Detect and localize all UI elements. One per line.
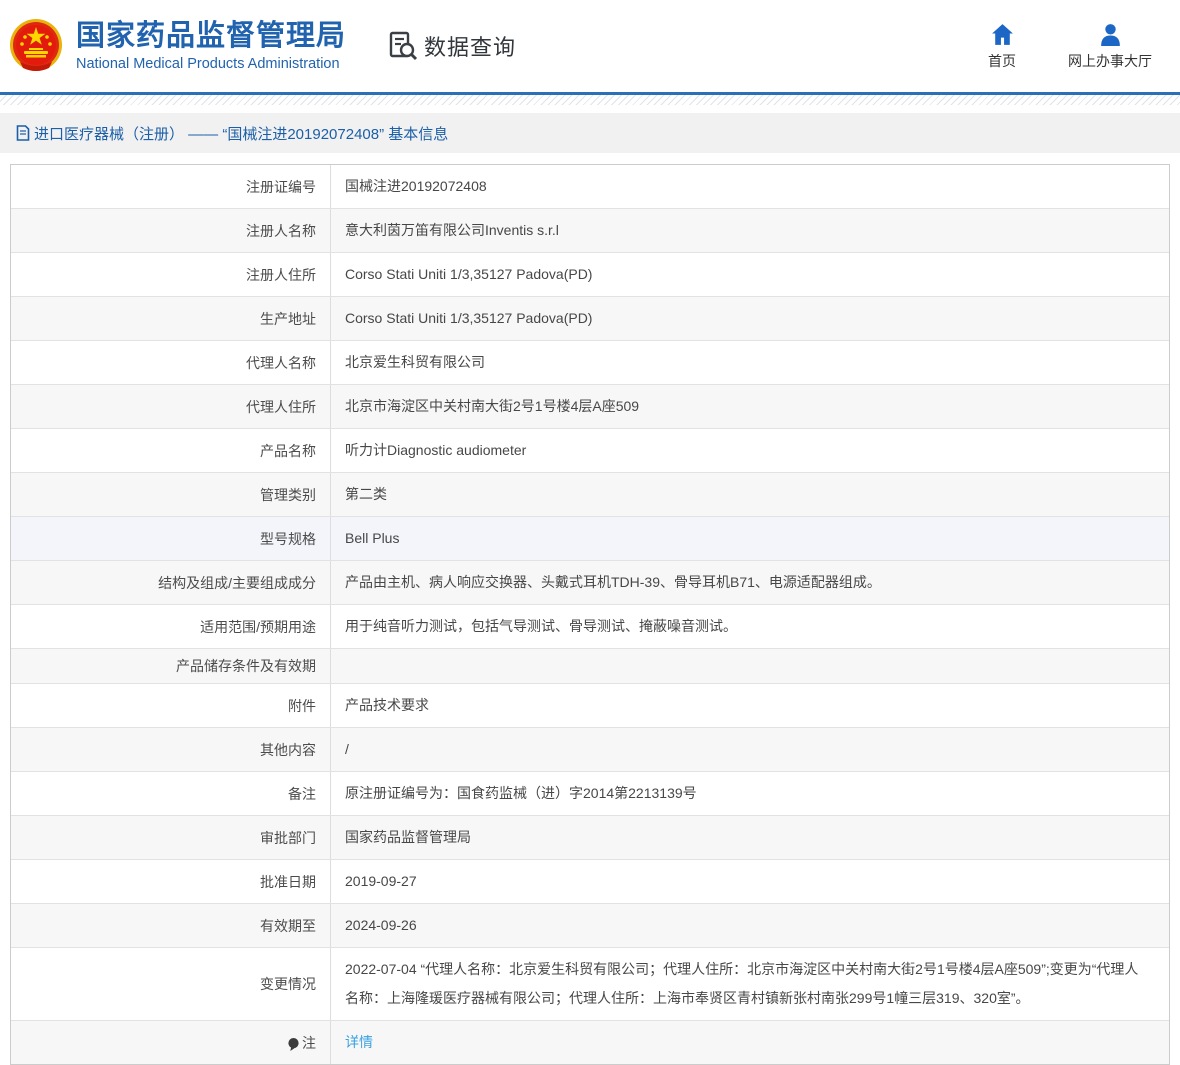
row-label: 型号规格 [11,517,331,560]
table-row: 注册人名称 意大利茵万笛有限公司Inventis s.r.l [11,209,1169,253]
data-query-section[interactable]: 数据查询 [388,30,516,62]
row-label: 附件 [11,684,331,727]
row-label: 审批部门 [11,816,331,859]
breadcrumb-text[interactable]: 进口医疗器械（注册） —— “国械注进20192072408” 基本信息 [34,123,448,144]
nmpa-emblem-logo[interactable] [8,18,64,74]
row-value: 用于纯音听力测试，包括气导测试、骨导测试、掩蔽噪音测试。 [345,618,737,634]
row-value: Bell Plus [345,530,400,546]
row-label: 有效期至 [11,904,331,947]
table-row: 产品名称 听力计Diagnostic audiometer [11,429,1169,473]
nav-home-label: 首页 [988,52,1016,69]
row-value: 2024-09-26 [345,917,417,933]
table-row: 注册人住所 Corso Stati Uniti 1/3,35127 Padova… [11,253,1169,297]
table-row: 附件 产品技术要求 [11,684,1169,728]
row-label: 批准日期 [11,860,331,903]
row-value: 详情 [331,1021,1169,1064]
table-row-note: 注 详情 [11,1021,1169,1064]
table-row: 型号规格 Bell Plus [11,517,1169,561]
row-value: 2022-07-04 “代理人名称：北京爱生科贸有限公司；代理人住所：北京市海淀… [345,961,1139,1006]
table-row: 结构及组成/主要组成成分 产品由主机、病人响应交换器、头戴式耳机TDH-39、骨… [11,561,1169,605]
row-value: 原注册证编号为：国食药监械（进）字2014第2213139号 [345,785,697,801]
row-value: 产品由主机、病人响应交换器、头戴式耳机TDH-39、骨导耳机B71、电源适配器组… [345,574,881,590]
table-row: 管理类别 第二类 [11,473,1169,517]
note-pin-icon [288,1038,299,1051]
table-row: 产品储存条件及有效期 [11,649,1169,684]
row-value: 国家药品监督管理局 [345,829,471,845]
row-value: 国械注进20192072408 [345,178,487,194]
table-row: 代理人住所 北京市海淀区中关村南大街2号1号楼4层A座509 [11,385,1169,429]
hatched-strip [0,95,1180,105]
table-row: 适用范围/预期用途 用于纯音听力测试，包括气导测试、骨导测试、掩蔽噪音测试。 [11,605,1169,649]
person-icon [1100,23,1120,46]
row-label: 管理类别 [11,473,331,516]
row-value [331,659,1169,673]
row-label: 注 [11,1021,331,1064]
row-label-text: 注 [302,1034,316,1051]
row-value: 第二类 [345,486,387,502]
row-label: 代理人住所 [11,385,331,428]
registration-info-table: 注册证编号 国械注进20192072408 注册人名称 意大利茵万笛有限公司In… [10,164,1170,1065]
row-label: 注册人住所 [11,253,331,296]
row-value: 意大利茵万笛有限公司Inventis s.r.l [345,222,559,238]
row-value: 北京市海淀区中关村南大街2号1号楼4层A座509 [345,398,640,414]
page-header: 国家药品监督管理局 National Medical Products Admi… [0,0,1180,92]
row-value: 听力计Diagnostic audiometer [345,442,527,458]
row-label: 备注 [11,772,331,815]
row-label: 注册人名称 [11,209,331,252]
nav-service-hall[interactable]: 网上办事大厅 [1068,22,1152,71]
table-row: 其他内容 / [11,728,1169,772]
site-title-block: 国家药品监督管理局 National Medical Products Admi… [76,20,346,72]
data-query-label: 数据查询 [424,35,517,60]
row-value: Corso Stati Uniti 1/3,35127 Padova(PD) [345,310,593,326]
row-label: 产品储存条件及有效期 [11,649,331,683]
row-label: 结构及组成/主要组成成分 [11,561,331,604]
row-value: 2019-09-27 [345,873,417,889]
row-label: 产品名称 [11,429,331,472]
top-nav: 首页 网上办事大厅 [988,22,1152,71]
row-label: 适用范围/预期用途 [11,605,331,648]
row-label: 代理人名称 [11,341,331,384]
row-label: 注册证编号 [11,165,331,208]
table-row: 批准日期 2019-09-27 [11,860,1169,904]
row-label: 变更情况 [11,948,331,1020]
row-value: Corso Stati Uniti 1/3,35127 Padova(PD) [345,266,593,282]
table-row: 注册证编号 国械注进20192072408 [11,165,1169,209]
table-row-change-history: 变更情况 2022-07-04 “代理人名称：北京爱生科贸有限公司；代理人住所：… [11,948,1169,1021]
document-icon [16,125,30,141]
nav-service-hall-label: 网上办事大厅 [1068,52,1152,69]
data-query-icon [389,31,418,61]
details-link[interactable]: 详情 [345,1034,373,1050]
table-row: 审批部门 国家药品监督管理局 [11,816,1169,860]
row-value: 产品技术要求 [345,697,429,713]
table-row: 备注 原注册证编号为：国食药监械（进）字2014第2213139号 [11,772,1169,816]
row-value: / [345,741,349,757]
breadcrumb: 进口医疗器械（注册） —— “国械注进20192072408” 基本信息 [0,113,1180,153]
table-row: 生产地址 Corso Stati Uniti 1/3,35127 Padova(… [11,297,1169,341]
site-title: 国家药品监督管理局 [76,19,347,52]
row-value: 北京爱生科贸有限公司 [345,354,485,370]
nav-home[interactable]: 首页 [988,22,1016,71]
table-row: 代理人名称 北京爱生科贸有限公司 [11,341,1169,385]
table-row: 有效期至 2024-09-26 [11,904,1169,948]
home-icon [991,23,1013,45]
row-label: 其他内容 [11,728,331,771]
row-label: 生产地址 [11,297,331,340]
site-subtitle: National Medical Products Administration [76,56,340,73]
